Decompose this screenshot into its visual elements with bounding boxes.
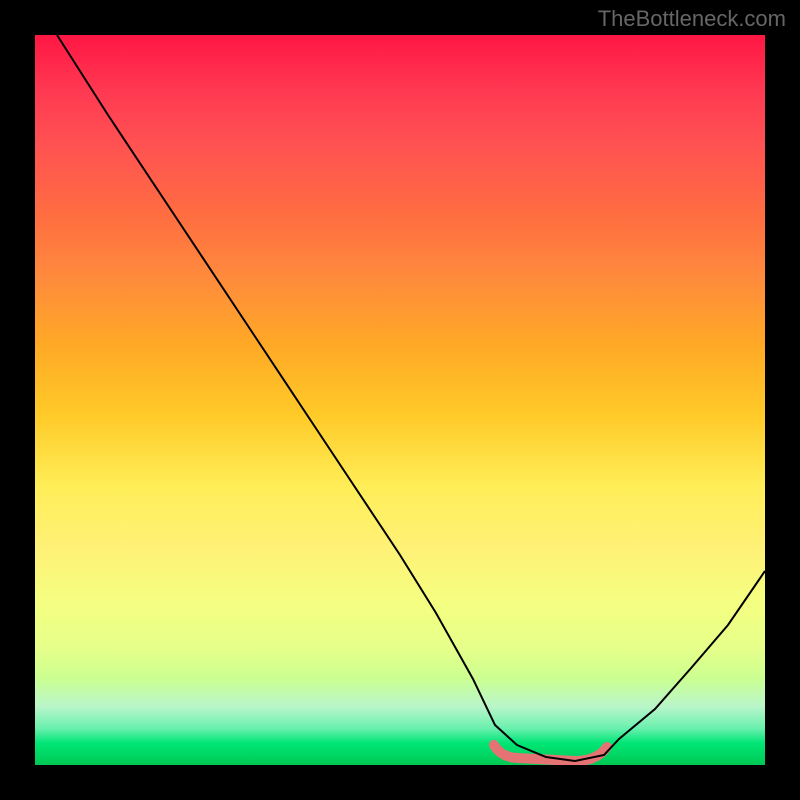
plot-area <box>35 35 765 765</box>
bottleneck-curve-line <box>57 35 765 761</box>
watermark-text: TheBottleneck.com <box>598 6 786 32</box>
chart-svg <box>35 35 765 765</box>
